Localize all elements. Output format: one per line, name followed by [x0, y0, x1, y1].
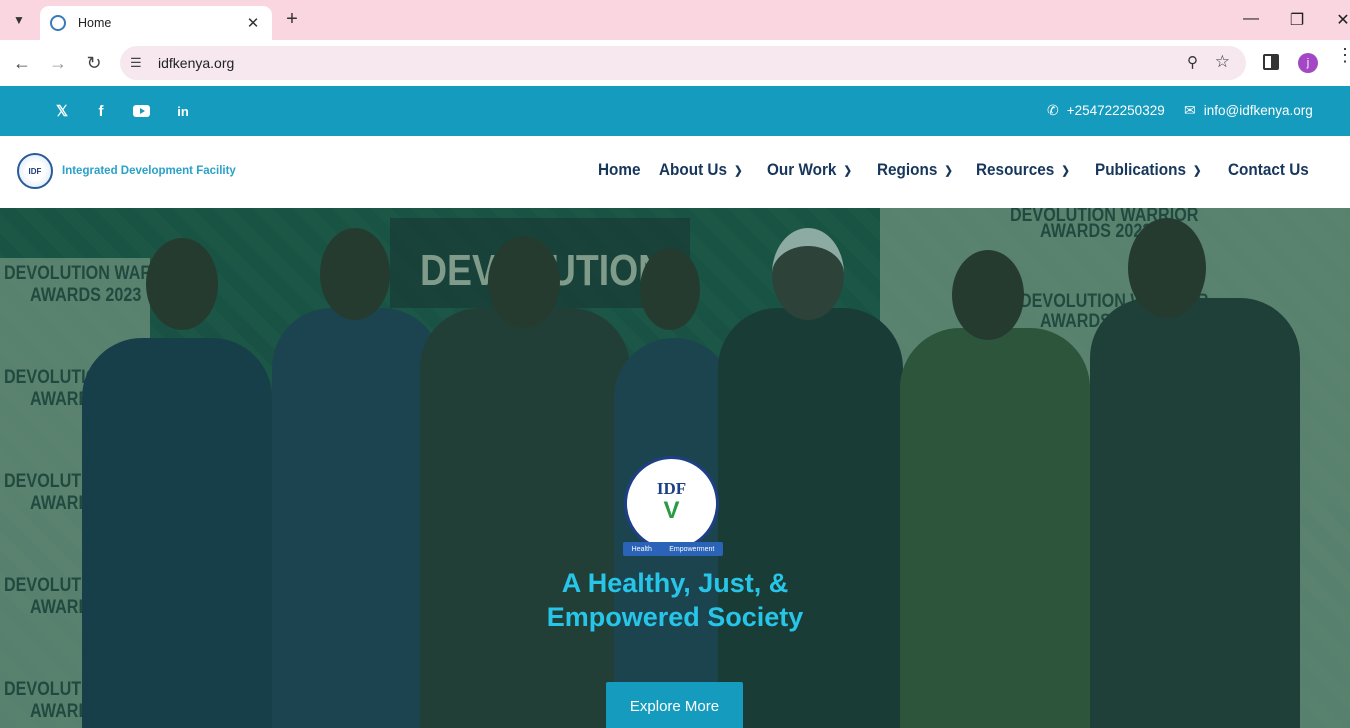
url-text[interactable]: idfkenya.org	[158, 55, 234, 71]
browser-toolbar: ← → ↻ ☰ idfkenya.org ⚲ ☆ j ⋮	[0, 40, 1350, 86]
nav-resources-label: Resources	[975, 160, 1055, 179]
nav-our-work[interactable]: Our Work ❯	[767, 160, 852, 180]
side-panel-icon[interactable]	[1263, 54, 1279, 70]
chevron-down-icon: ❯	[734, 164, 743, 177]
nav-contact-us[interactable]: Contact Us	[1228, 160, 1309, 180]
hero-title-line1: A Healthy, Just, &	[561, 568, 789, 598]
facebook-icon[interactable]: f	[92, 102, 110, 120]
nav-publications-label: Publications	[1094, 160, 1186, 179]
email-address[interactable]: info@idfkenya.org	[1204, 103, 1313, 118]
browser-menu-icon[interactable]: ⋮	[1336, 46, 1350, 64]
hero-title-line2: Empowered Society	[546, 602, 804, 632]
chevron-down-icon: ❯	[944, 164, 953, 177]
reload-icon[interactable]: ↻	[82, 51, 106, 75]
hero-logo-ribbon: Health Empowerment	[623, 542, 723, 556]
logo-abbr: IDF	[28, 166, 42, 176]
phone-icon: ✆	[1047, 102, 1059, 118]
phone-number[interactable]: +254722250329	[1067, 103, 1165, 118]
browser-tab-active[interactable]: Home ✕	[40, 6, 272, 40]
nav-regions[interactable]: Regions ❯	[877, 160, 953, 180]
site-info-icon[interactable]: ☰	[130, 55, 150, 71]
hero-logo-v-mark: V	[663, 496, 680, 524]
nav-contact-us-label: Contact Us	[1228, 160, 1310, 179]
chevron-down-icon: ❯	[1061, 164, 1070, 177]
chevron-down-icon: ❯	[843, 164, 853, 177]
zoom-icon[interactable]: ⚲	[1187, 53, 1198, 71]
hero-logo-icon: IDF V Health Empowerment	[623, 456, 723, 556]
minimize-icon[interactable]: —	[1241, 10, 1261, 28]
main-nav: Home About Us ❯ Our Work ❯ Regions ❯ Resour…	[598, 160, 1318, 180]
chevron-down-icon: ❯	[1193, 164, 1202, 177]
browser-tab-bar: ▼ Home ✕ + — ❐ ✕	[0, 0, 1350, 40]
ribbon-left-text: Health	[631, 545, 652, 553]
phone-contact[interactable]: ✆ +254722250329	[1047, 102, 1165, 119]
ribbon-right-text: Empowerment	[669, 545, 715, 553]
email-contact[interactable]: ✉ info@idfkenya.org	[1184, 102, 1313, 119]
site-logo-icon[interactable]: IDF	[17, 153, 53, 189]
x-icon[interactable]: 𝕏	[53, 102, 71, 120]
nav-our-work-label: Our Work	[767, 160, 837, 179]
hero-title: A Healthy, Just, & Empowered Society	[0, 566, 1350, 634]
restore-icon[interactable]: ❐	[1287, 10, 1307, 30]
hero-section: DEVOLUTION DEVOLUTION WARRIOR AWARDS 202…	[0, 208, 1350, 728]
nav-home-label: Home	[598, 160, 641, 179]
address-bar[interactable]: ☰ idfkenya.org ⚲ ☆	[120, 46, 1246, 80]
envelope-icon: ✉	[1184, 102, 1196, 118]
new-tab-icon[interactable]: +	[282, 8, 302, 31]
nav-about-us-label: About Us	[659, 160, 728, 179]
window-close-icon[interactable]: ✕	[1333, 10, 1350, 30]
site-logo-text[interactable]: Integrated Development Facility	[62, 165, 236, 177]
nav-publications[interactable]: Publications ❯	[1095, 160, 1201, 180]
site-topbar: 𝕏 f in ✆ +254722250329 ✉ info@idfkenya.o…	[0, 86, 1350, 136]
hero-logo-abbr: IDF	[656, 478, 687, 498]
youtube-icon[interactable]	[132, 102, 150, 120]
forward-arrow-icon[interactable]: →	[46, 51, 70, 75]
explore-more-button[interactable]: Explore More	[606, 682, 743, 728]
tab-close-icon[interactable]: ✕	[244, 14, 262, 32]
profile-avatar[interactable]: j	[1298, 53, 1318, 73]
site-header: IDF Integrated Development Facility Home…	[0, 136, 1350, 208]
back-arrow-icon[interactable]: ←	[10, 51, 34, 75]
nav-home[interactable]: Home	[598, 160, 641, 180]
bookmark-star-icon[interactable]: ☆	[1215, 52, 1230, 72]
linkedin-icon[interactable]: in	[174, 102, 192, 120]
tab-search-chevron-icon[interactable]: ▼	[6, 7, 32, 33]
site-favicon-icon	[50, 15, 66, 31]
nav-regions-label: Regions	[876, 160, 937, 179]
nav-resources[interactable]: Resources ❯	[976, 160, 1070, 180]
tab-title: Home	[78, 16, 112, 30]
nav-about-us[interactable]: About Us ❯	[659, 160, 742, 180]
